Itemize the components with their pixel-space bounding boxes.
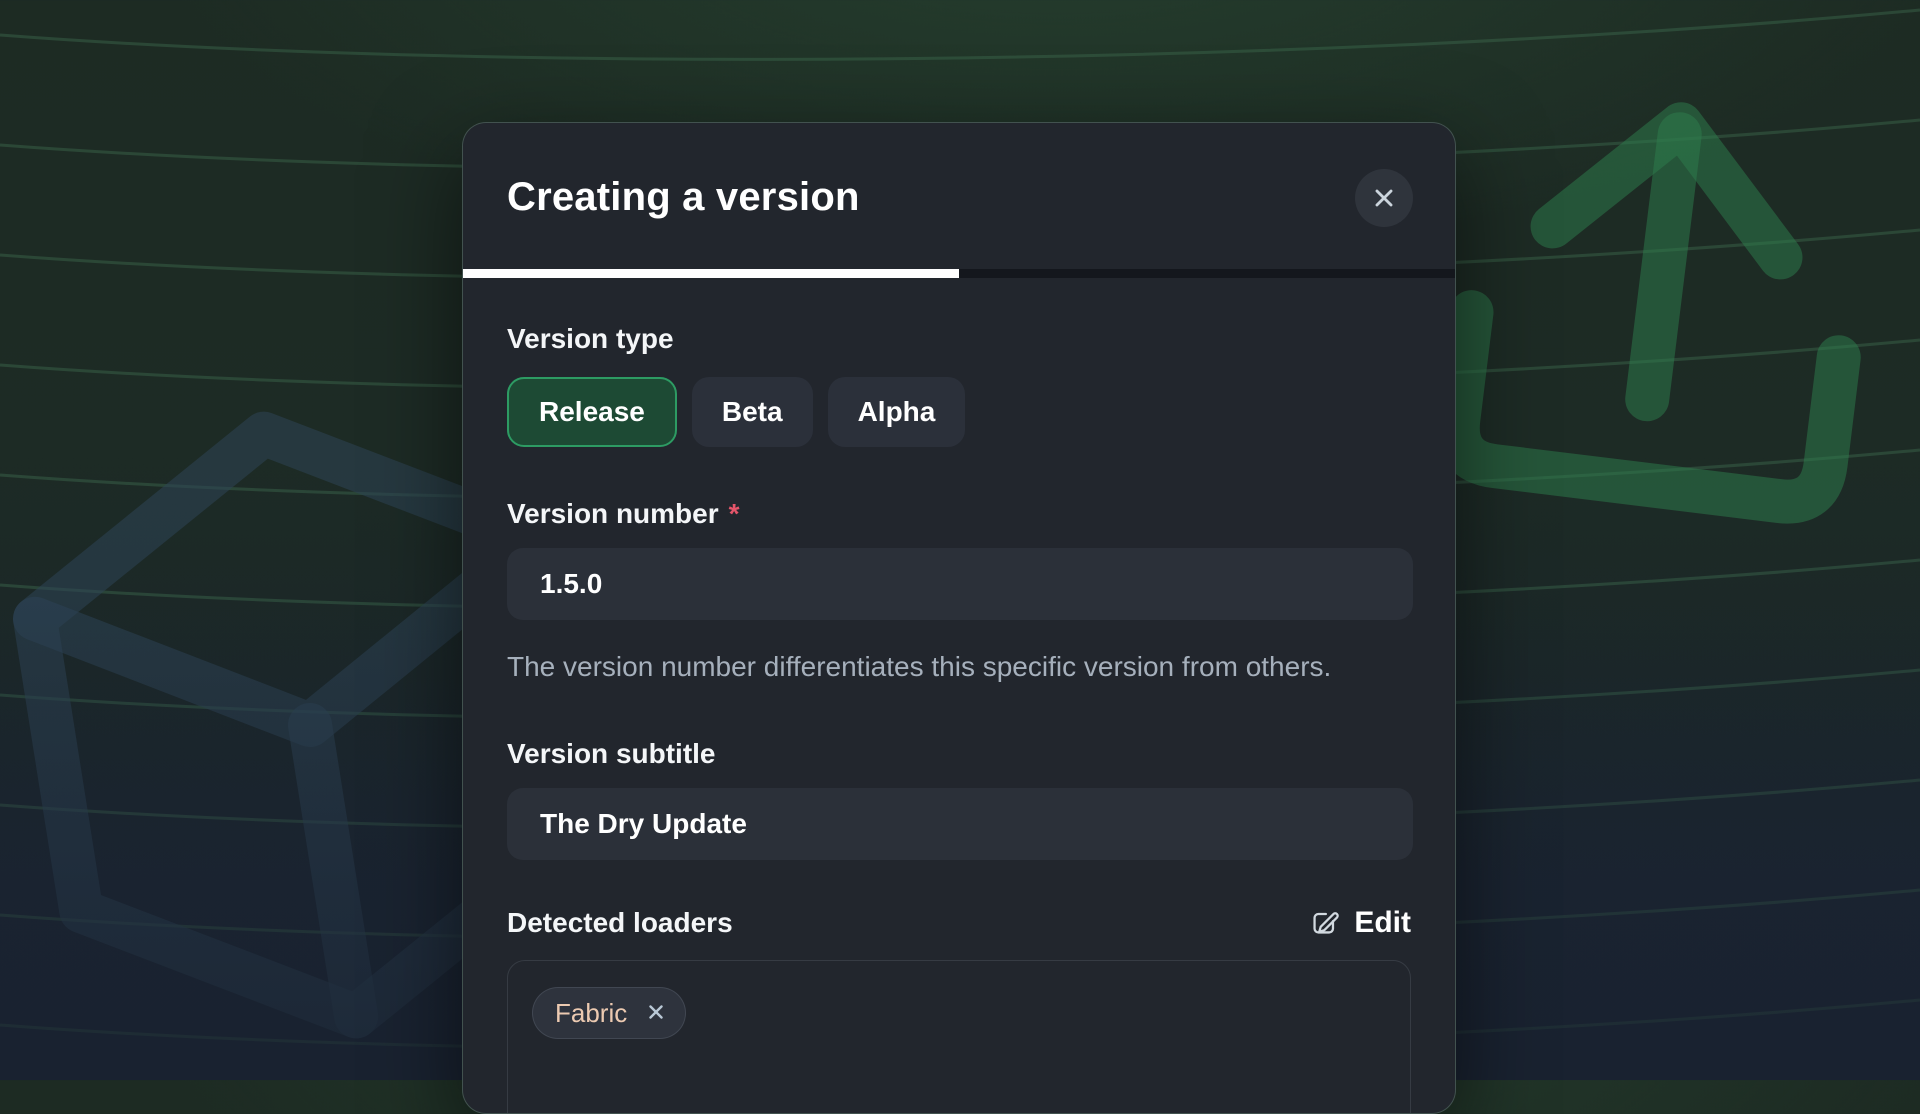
required-asterisk: * (729, 497, 740, 531)
version-number-label: Version number* (507, 497, 1411, 531)
version-number-help: The version number differentiates this s… (507, 648, 1387, 685)
version-subtitle-label: Version subtitle (507, 737, 1411, 771)
page: { "background": { "decor_icons": ["curve… (0, 0, 1920, 1080)
remove-fabric-button[interactable] (641, 998, 671, 1028)
version-type-release-button[interactable]: Release (507, 377, 677, 447)
version-type-options: Release Beta Alpha (507, 377, 1411, 447)
detected-loaders-row: Detected loaders Edit (507, 906, 1411, 940)
close-icon (1371, 185, 1397, 211)
edit-label: Edit (1354, 906, 1411, 940)
progress-bar-track (463, 269, 1455, 278)
chip-close-icon (644, 1000, 668, 1027)
loader-chip-label: Fabric (555, 998, 627, 1029)
progress-bar-fill (463, 269, 959, 278)
edit-loaders-button[interactable]: Edit (1307, 906, 1411, 940)
modal-body: Version type Release Beta Alpha Version … (463, 322, 1455, 1114)
loader-chip-fabric: Fabric (532, 987, 686, 1039)
version-number-input[interactable] (507, 548, 1413, 620)
version-type-label: Version type (507, 322, 1411, 356)
detected-loaders-box: Fabric (507, 960, 1411, 1114)
version-type-beta-button[interactable]: Beta (692, 377, 813, 447)
detected-loaders-label: Detected loaders (507, 906, 733, 940)
close-button[interactable] (1355, 169, 1413, 227)
version-subtitle-input[interactable] (507, 788, 1413, 860)
modal-title: Creating a version (507, 173, 1411, 221)
edit-pencil-icon (1307, 906, 1341, 940)
upload-icon (1453, 102, 1864, 506)
version-type-alpha-button[interactable]: Alpha (828, 377, 966, 447)
modal-header: Creating a version (463, 123, 1455, 278)
creating-version-modal: Creating a version Version type Release … (462, 122, 1456, 1114)
